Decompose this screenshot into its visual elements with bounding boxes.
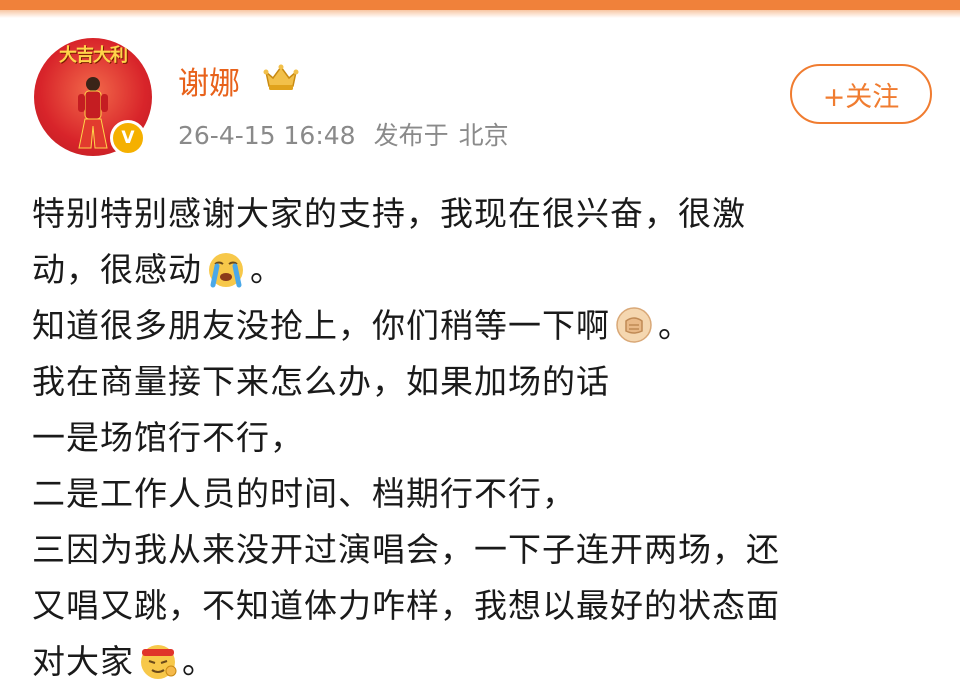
- post-line-text: 二是工作人员的时间、档期行不行，: [32, 474, 576, 513]
- post-meta: 26-4-15 16:48 发布于 北京: [178, 116, 509, 152]
- determined-face-icon: [141, 645, 177, 679]
- top-accent-bar: [0, 0, 960, 10]
- post-location: 北京: [458, 121, 509, 150]
- post-line: 特别特别感谢大家的支持，我现在很兴奋，很激: [32, 186, 932, 242]
- post-line: 又唱又跳，不知道体力咋样，我想以最好的状态面: [32, 578, 932, 634]
- post-line-text: 动，很感动: [32, 250, 202, 289]
- verified-badge: V: [110, 120, 146, 156]
- post-line: 对大家 。: [32, 634, 932, 690]
- author-name[interactable]: 谢娜: [178, 58, 240, 103]
- crying-face-icon: [209, 253, 243, 288]
- avatar-banner-text: 大吉大利: [59, 45, 128, 66]
- post-line-text: 又唱又跳，不知道体力咋样，我想以最好的状态面: [32, 586, 780, 625]
- post-time: 26-4-15 16:48: [178, 121, 356, 150]
- post-line-suffix: 。: [658, 306, 692, 345]
- avatar-figure-icon: [78, 77, 108, 149]
- post-line-text: 三因为我从来没开过演唱会，一下子连开两场，还: [32, 530, 780, 569]
- post-line: 动，很感动 。: [32, 242, 932, 298]
- fist-icon: [616, 307, 652, 343]
- post-line-suffix: 。: [182, 642, 216, 681]
- post-line-text: 知道很多朋友没抢上，你们稍等一下啊: [32, 306, 610, 345]
- verified-mark: V: [121, 127, 135, 148]
- post-line-text: 特别特别感谢大家的支持，我现在很兴奋，很激: [32, 194, 746, 233]
- post-line-text: 对大家: [32, 642, 134, 681]
- post-line-suffix: 。: [250, 250, 284, 289]
- follow-button[interactable]: +关注: [790, 64, 932, 124]
- post-line-text: 我在商量接下来怎么办，如果加场的话: [32, 362, 610, 401]
- post-line: 知道很多朋友没抢上，你们稍等一下啊 。: [32, 298, 932, 354]
- post-line-text: 一是场馆行不行，: [32, 418, 304, 457]
- post-body: 特别特别感谢大家的支持，我现在很兴奋，很激 动，很感动 。 知道很多朋友没抢上，…: [32, 186, 932, 690]
- published-at-label: 发布于: [373, 121, 449, 150]
- crown-level-icon: [263, 64, 299, 90]
- post-line: 我在商量接下来怎么办，如果加场的话: [32, 354, 932, 410]
- post-line: 一是场馆行不行，: [32, 410, 932, 466]
- post-line: 三因为我从来没开过演唱会，一下子连开两场，还: [32, 522, 932, 578]
- top-bar-fade: [0, 10, 960, 18]
- post-line: 二是工作人员的时间、档期行不行，: [32, 466, 932, 522]
